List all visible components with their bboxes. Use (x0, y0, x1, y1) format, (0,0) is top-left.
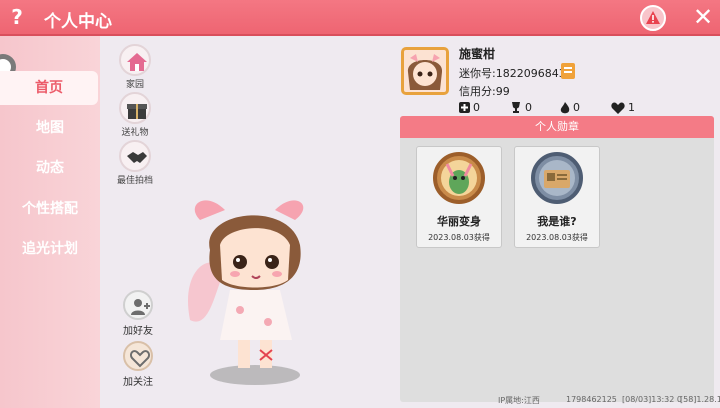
sidebar-item-feed[interactable]: 动态 (0, 151, 100, 185)
follow-button[interactable]: 加关注 (115, 341, 161, 388)
heart-outline-icon (129, 350, 151, 368)
medal-card[interactable]: 我是谁? 2023.08.03获得 (514, 146, 600, 248)
whoami-medal-icon (531, 152, 583, 204)
house-icon (127, 53, 147, 71)
sidebar-item-home[interactable]: 首页 (0, 71, 98, 105)
medal-panel: 个人勋章 华丽变身 2023.08.03获得 我是谁? 2023.08.03获得 (400, 116, 714, 402)
report-button[interactable] (640, 5, 666, 31)
best-partner-button[interactable]: 最佳拍档 (110, 140, 160, 186)
add-friend-button[interactable]: 加好友 (115, 290, 161, 337)
handshake-icon (127, 152, 147, 163)
player-uid: 迷你号:1822096843 (459, 67, 566, 80)
copy-icon[interactable] (561, 63, 575, 79)
avatar[interactable] (401, 47, 449, 95)
stat-heart: 1 (611, 101, 635, 114)
avatar-face-icon (407, 54, 443, 90)
sidebar: 首页 地图 动态 个性搭配 追光计划 (0, 36, 100, 408)
heart-icon (611, 101, 625, 114)
gift-icon (127, 104, 147, 119)
close-button[interactable]: ✕ (690, 3, 716, 31)
player-avatar-character (188, 200, 304, 385)
send-gift-button[interactable]: 送礼物 (110, 92, 160, 138)
title-bar: ? 个人中心 ✕ (0, 0, 720, 36)
warning-icon (646, 11, 660, 24)
add-person-icon (131, 299, 150, 315)
stat-flame: 0 (560, 101, 580, 114)
trophy-icon (512, 102, 520, 113)
sidebar-item-lightchase[interactable]: 追光计划 (0, 232, 100, 266)
account-id: 1798462125 (566, 395, 617, 404)
stat-plus: 0 (459, 101, 480, 114)
credit-score: 信用分:99 (459, 85, 510, 98)
sidebar-item-outfit[interactable]: 个性搭配 (0, 192, 100, 226)
version: [58]1.28.1 (680, 395, 720, 404)
home-button[interactable]: 家园 (110, 44, 160, 90)
medal-card[interactable]: 华丽变身 2023.08.03获得 (416, 146, 502, 248)
help-button[interactable]: ? (6, 5, 28, 29)
page-title: 个人中心 (44, 12, 112, 32)
stat-trophy: 0 (510, 101, 532, 114)
plus-icon (459, 102, 470, 113)
ip-region: IP属地:江西 (498, 396, 540, 405)
player-name: 施蜜柑 (459, 47, 496, 61)
transform-medal-icon (433, 152, 485, 204)
flame-icon (560, 101, 570, 113)
medal-panel-header: 个人勋章 (400, 116, 714, 138)
sidebar-item-map[interactable]: 地图 (0, 111, 100, 145)
timestamp: [08/03]13:32 0 (622, 395, 682, 404)
